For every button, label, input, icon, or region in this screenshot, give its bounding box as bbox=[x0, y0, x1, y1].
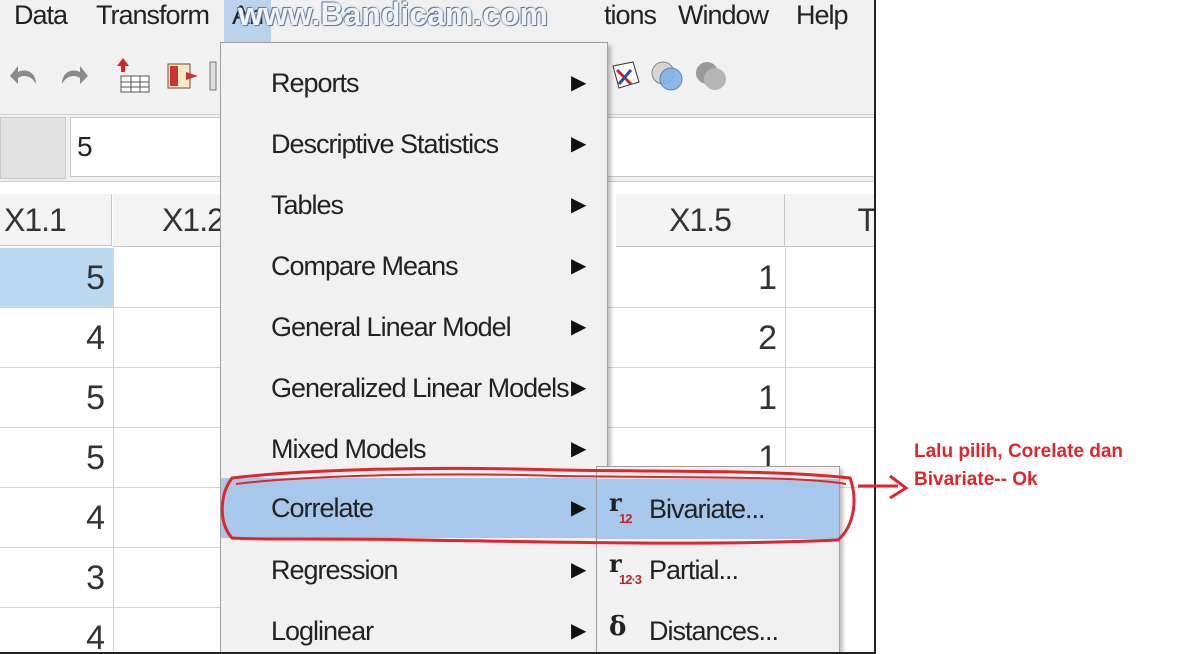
submenu-arrow-icon: ▶ bbox=[571, 377, 586, 399]
menu-item-label: Mixed Models bbox=[271, 434, 427, 464]
menu-item-compare-means[interactable]: Compare Means ▶ bbox=[221, 236, 607, 296]
data-cell-x1-1[interactable]: 5 bbox=[0, 248, 114, 308]
spss-data-editor-window: Data Transform An tions Window Help www.… bbox=[0, 0, 876, 654]
annotation-line-1: Lalu pilih, Corelate dan bbox=[914, 441, 1124, 462]
partial-correlation-icon: r 12·3 bbox=[609, 549, 642, 587]
data-cell-x1-1[interactable]: 4 bbox=[0, 308, 114, 368]
use-variable-sets-icon[interactable] bbox=[648, 56, 688, 96]
data-cell-t[interactable] bbox=[786, 308, 874, 368]
menu-data[interactable]: Data bbox=[14, 0, 68, 42]
show-all-variables-icon[interactable] bbox=[692, 56, 732, 96]
submenu-arrow-icon: ▶ bbox=[571, 72, 586, 94]
menu-item-label: Compare Means bbox=[271, 251, 459, 281]
menu-item-label: Reports bbox=[271, 68, 360, 98]
value-labels-icon[interactable] bbox=[606, 56, 644, 96]
submenu-item-label: Distances... bbox=[649, 616, 779, 646]
menu-add-ons[interactable]: tions bbox=[604, 0, 657, 42]
data-cell-x1-1[interactable]: 3 bbox=[0, 548, 114, 608]
submenu-arrow-icon: ▶ bbox=[571, 194, 586, 216]
annotation-line-2: Bivariate-- Ok bbox=[914, 469, 1038, 490]
column-header-t[interactable]: T bbox=[785, 194, 874, 247]
menu-item-label: Regression bbox=[271, 555, 399, 585]
data-cell-x1-5[interactable]: 2 bbox=[608, 308, 786, 368]
goto-case-icon[interactable] bbox=[114, 56, 154, 96]
menu-item-label: Tables bbox=[271, 190, 344, 220]
cell-name-box[interactable] bbox=[0, 117, 66, 179]
data-cell-x1-1[interactable]: 4 bbox=[0, 608, 114, 652]
menu-help[interactable]: Help bbox=[796, 0, 849, 42]
submenu-arrow-icon: ▶ bbox=[571, 438, 586, 460]
menu-transform[interactable]: Transform bbox=[96, 0, 210, 42]
data-cell-t[interactable] bbox=[786, 368, 874, 428]
menu-item-label: Loglinear bbox=[271, 616, 374, 646]
menu-item-reports[interactable]: Reports ▶ bbox=[221, 53, 607, 113]
menu-item-regression[interactable]: Regression ▶ bbox=[221, 540, 607, 600]
data-cell-x1-5[interactable]: 1 bbox=[608, 248, 786, 308]
annotation-text: Lalu pilih, Corelate dan Bivariate-- Ok bbox=[914, 438, 1174, 494]
menu-window[interactable]: Window bbox=[678, 0, 769, 42]
redo-icon[interactable] bbox=[52, 56, 92, 96]
submenu-item-label: Partial... bbox=[649, 555, 739, 585]
menu-item-loglinear[interactable]: Loglinear ▶ bbox=[221, 601, 607, 652]
submenu-item-partial[interactable]: r 12·3 Partial... bbox=[597, 540, 839, 600]
analyze-menu: Reports ▶ Descriptive Statistics ▶ Table… bbox=[220, 42, 608, 652]
submenu-item-label: Bivariate... bbox=[649, 494, 766, 524]
submenu-arrow-icon: ▶ bbox=[571, 255, 586, 277]
column-header-x1-1[interactable]: X1.1 bbox=[0, 194, 112, 246]
menu-item-mixed-models[interactable]: Mixed Models ▶ bbox=[221, 419, 607, 479]
bandicam-watermark: www.Bandicam.com bbox=[238, 0, 548, 32]
submenu-arrow-icon: ▶ bbox=[571, 497, 586, 519]
data-cell-t[interactable] bbox=[786, 248, 874, 308]
bivariate-correlation-icon: r 12 bbox=[609, 488, 633, 526]
data-cell-x1-1[interactable]: 4 bbox=[0, 488, 114, 548]
data-cell-x1-5[interactable]: 1 bbox=[608, 368, 786, 428]
menu-item-descriptive-statistics[interactable]: Descriptive Statistics ▶ bbox=[221, 114, 607, 174]
menu-item-tables[interactable]: Tables ▶ bbox=[221, 175, 607, 235]
undo-icon[interactable] bbox=[6, 56, 46, 96]
submenu-arrow-icon: ▶ bbox=[571, 620, 586, 642]
submenu-item-distances[interactable]: δ Distances... bbox=[597, 601, 839, 652]
data-cell-x1-1[interactable]: 5 bbox=[0, 428, 114, 488]
insert-variable-icon[interactable] bbox=[162, 56, 202, 96]
correlate-submenu: r 12 Bivariate... r 12·3 Partial... δ Di… bbox=[596, 466, 840, 652]
menu-item-label: Descriptive Statistics bbox=[271, 129, 499, 159]
menu-item-label: General Linear Model bbox=[271, 312, 512, 342]
submenu-arrow-icon: ▶ bbox=[571, 316, 586, 338]
data-cell-x1-1[interactable]: 5 bbox=[0, 368, 114, 428]
menu-bar: Data Transform An tions Window Help www.… bbox=[0, 0, 874, 43]
submenu-item-bivariate[interactable]: r 12 Bivariate... bbox=[597, 479, 839, 539]
distances-icon: δ bbox=[609, 612, 626, 642]
menu-item-label: Generalized Linear Models bbox=[271, 373, 570, 403]
menu-item-generalized-linear-models[interactable]: Generalized Linear Models ▶ bbox=[221, 358, 607, 418]
submenu-arrow-icon: ▶ bbox=[571, 133, 586, 155]
toolbar-icon-partial[interactable] bbox=[206, 56, 220, 96]
menu-item-label: Correlate bbox=[271, 493, 374, 523]
menu-item-correlate[interactable]: Correlate ▶ bbox=[221, 478, 607, 538]
menu-item-general-linear-model[interactable]: General Linear Model ▶ bbox=[221, 297, 607, 357]
submenu-arrow-icon: ▶ bbox=[571, 559, 586, 581]
column-header-x1-5[interactable]: X1.5 bbox=[616, 194, 785, 247]
